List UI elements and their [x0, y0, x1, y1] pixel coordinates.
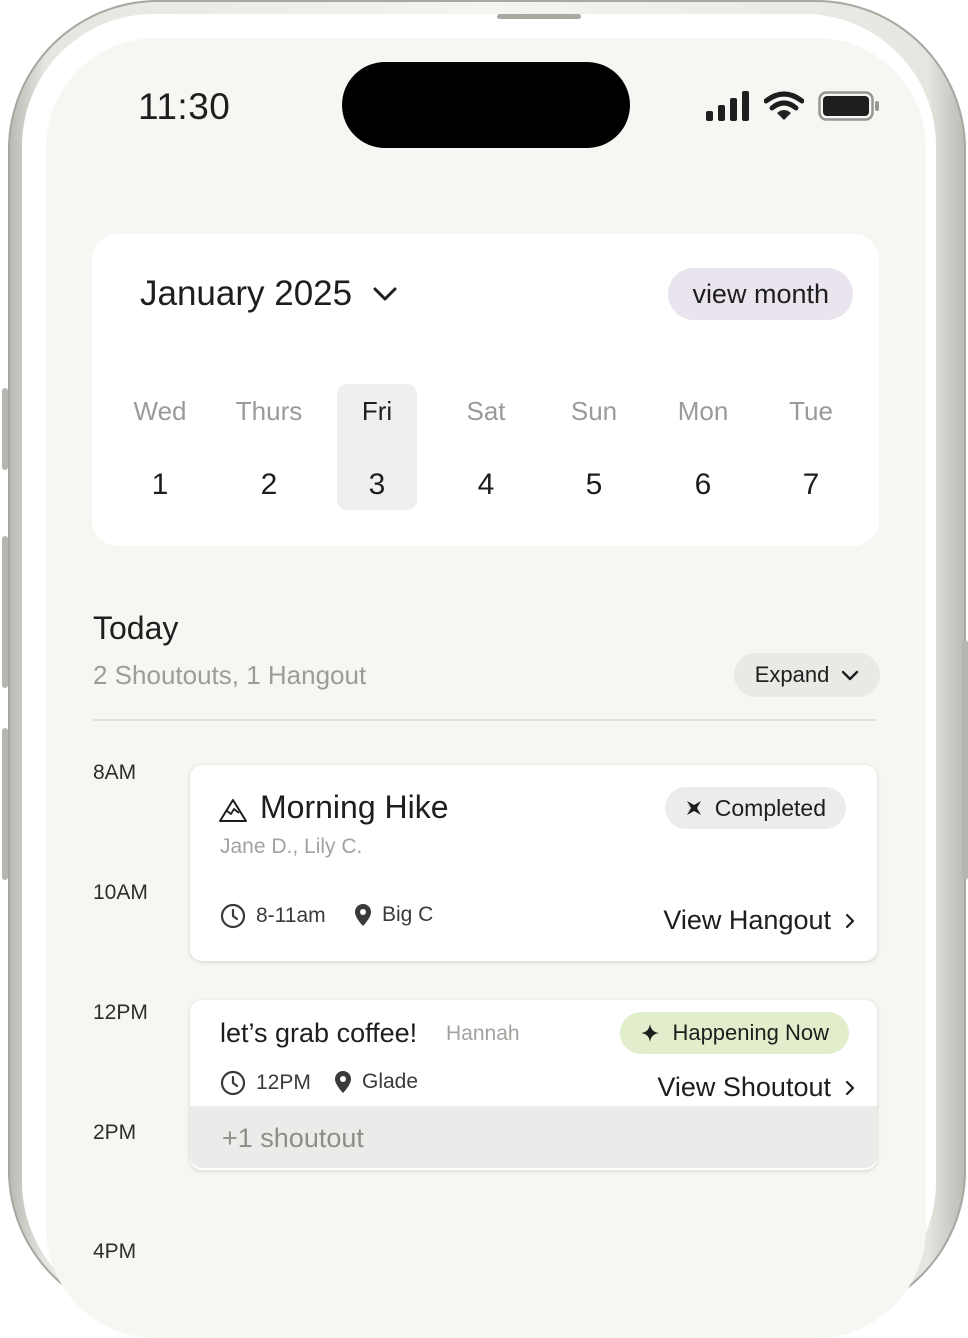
day-name: Wed — [133, 396, 187, 426]
day-name: Tue — [789, 396, 833, 426]
status-label: Happening Now — [672, 1020, 829, 1045]
day-tue[interactable]: Tue 7 — [771, 384, 851, 510]
time-text: 12PM — [256, 1071, 311, 1094]
cellular-signal-icon — [706, 91, 749, 121]
volume-down-button — [2, 728, 8, 880]
day-number: 2 — [260, 468, 278, 501]
hangout-title: Morning Hike — [260, 789, 449, 825]
chevron-right-icon — [845, 1080, 855, 1095]
day-fri-selected[interactable]: Fri 3 — [337, 384, 417, 510]
time-label: 10AM — [93, 881, 148, 904]
time-label: 2PM — [93, 1121, 137, 1144]
section-summary: 2 Shoutouts, 1 Hangout — [93, 660, 367, 690]
month-selector[interactable]: January 2025 — [140, 274, 398, 314]
day-number: 6 — [694, 468, 712, 501]
day-mon[interactable]: Mon 6 — [663, 384, 743, 510]
shoutout-host: Hannah — [446, 1022, 520, 1045]
status-time: 11:30 — [138, 86, 231, 127]
wifi-icon — [764, 91, 804, 120]
status-label: Completed — [714, 794, 826, 821]
clock-icon — [220, 903, 246, 929]
day-wed[interactable]: Wed 1 — [120, 384, 200, 510]
time-label: 12PM — [93, 1001, 148, 1024]
day-name: Fri — [361, 396, 393, 426]
view-shoutout-label: View Shoutout — [657, 1072, 831, 1102]
chevron-down-icon — [842, 670, 859, 681]
time-label: 4PM — [93, 1240, 137, 1263]
divider — [93, 719, 877, 721]
status-badge: Completed — [664, 787, 846, 829]
hangout-attendees: Jane D., Lily C. — [220, 835, 363, 858]
week-calendar-card: January 2025 view month Wed 1 Thurs 2 Fr… — [92, 234, 879, 546]
view-shoutout-link[interactable]: View Shoutout — [657, 1072, 855, 1103]
day-name: Thurs — [235, 396, 303, 426]
day-number: 3 — [368, 468, 386, 501]
day-number: 4 — [477, 468, 495, 501]
app-screen: 11:30 January 2025 view month Wed 1 Thur… — [46, 38, 926, 1338]
dynamic-island — [342, 62, 630, 148]
section-title: Today — [93, 610, 179, 646]
expand-label: Expand — [754, 662, 830, 687]
chevron-down-icon — [373, 287, 397, 301]
sparkle-icon — [641, 1024, 660, 1042]
day-name: Mon — [677, 396, 729, 426]
chevron-right-icon — [845, 913, 855, 928]
power-button — [962, 640, 968, 880]
time-text: 8-11am — [256, 904, 326, 927]
more-shoutouts-button[interactable]: +1 shoutout — [190, 1106, 877, 1168]
expand-button[interactable]: Expand — [734, 653, 880, 697]
day-thurs[interactable]: Thurs 2 — [229, 384, 309, 510]
hangout-time: 8-11am — [220, 903, 326, 929]
speaker-slit — [497, 14, 581, 19]
hangout-location: Big C — [354, 903, 433, 927]
status-icons — [706, 88, 880, 124]
view-hangout-label: View Hangout — [663, 905, 831, 935]
location-text: Big C — [382, 903, 434, 926]
clock-icon — [220, 1070, 246, 1096]
day-name: Sun — [570, 396, 618, 426]
location-pin-icon — [355, 904, 371, 926]
day-sun[interactable]: Sun 5 — [554, 384, 634, 510]
shoutout-title: let’s grab coffee! — [220, 1018, 418, 1048]
day-name: Sat — [466, 396, 506, 426]
sparkle-icon — [686, 801, 701, 815]
day-number: 5 — [585, 468, 603, 501]
location-text: Glade — [362, 1070, 419, 1093]
month-label: January 2025 — [140, 274, 353, 313]
mountain-icon — [219, 799, 247, 822]
volume-up-button — [2, 536, 8, 688]
day-sat[interactable]: Sat 4 — [446, 384, 526, 510]
shoutout-location: Glade — [334, 1070, 418, 1094]
location-pin-icon — [335, 1071, 351, 1093]
more-shoutouts-label: +1 shoutout — [222, 1123, 364, 1153]
status-badge: Happening Now — [620, 1012, 849, 1054]
hangout-card[interactable]: Morning Hike Jane D., Lily C. Completed … — [190, 765, 877, 961]
day-number: 1 — [151, 468, 169, 501]
action-button — [2, 388, 8, 470]
day-number: 7 — [802, 468, 820, 501]
view-month-button[interactable]: view month — [668, 268, 853, 320]
battery-icon — [818, 91, 879, 121]
time-label: 8AM — [93, 761, 137, 784]
shoutout-time: 12PM — [220, 1070, 311, 1096]
view-hangout-link[interactable]: View Hangout — [663, 905, 855, 936]
